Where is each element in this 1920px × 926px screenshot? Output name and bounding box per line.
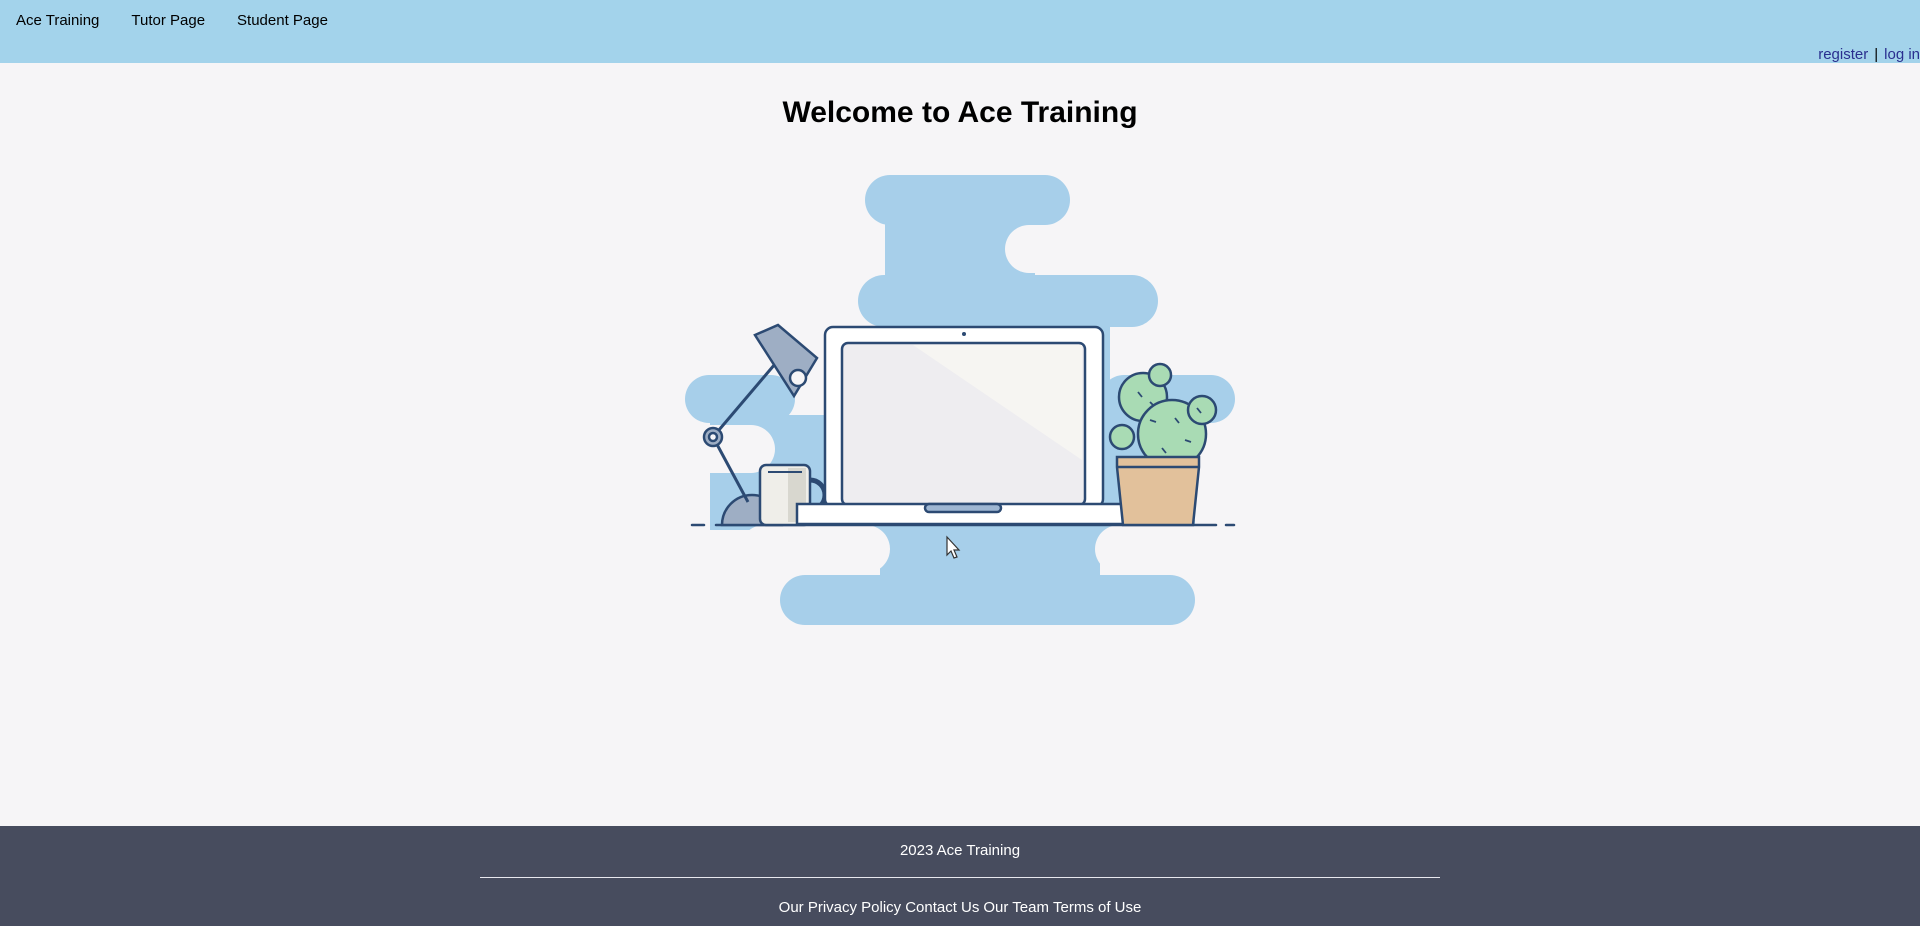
auth-links: register | log in xyxy=(1818,46,1920,63)
login-link[interactable]: log in xyxy=(1884,46,1920,63)
privacy-policy-link[interactable]: Our Privacy Policy xyxy=(779,899,902,916)
register-link[interactable]: register xyxy=(1818,46,1868,63)
desk-laptop-illustration xyxy=(680,175,1240,625)
auth-separator: | xyxy=(1874,46,1879,63)
footer: 2023 Ace Training Our Privacy Policy Cont… xyxy=(0,826,1920,926)
footer-divider xyxy=(480,877,1440,878)
nav-home-link[interactable]: Ace Training xyxy=(16,12,99,29)
nav-links: Ace Training Tutor Page Student Page xyxy=(16,12,328,29)
terms-of-use-link[interactable]: Terms of Use xyxy=(1053,899,1141,916)
our-team-link[interactable]: Our Team xyxy=(983,899,1049,916)
nav-student-page-link[interactable]: Student Page xyxy=(237,12,328,29)
contact-us-link[interactable]: Contact Us xyxy=(905,899,979,916)
nav-tutor-page-link[interactable]: Tutor Page xyxy=(131,12,205,29)
footer-copyright: 2023 Ace Training xyxy=(899,842,1021,859)
laptop-icon xyxy=(795,325,1149,526)
footer-links: Our Privacy Policy Contact Us Our Team Term… xyxy=(0,899,1920,916)
top-navbar: Ace Training Tutor Page Student Page reg… xyxy=(0,0,1920,63)
page-title: Welcome to Ace Training xyxy=(782,96,1138,129)
